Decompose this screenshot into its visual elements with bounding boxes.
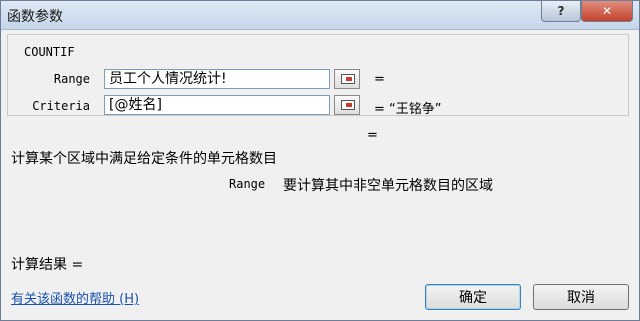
function-arguments-group: COUNTIF Range 员工个人情况统计! = Criteria [@姓名]… xyxy=(7,34,629,117)
function-result: = xyxy=(367,128,378,143)
collapse-dialog-icon xyxy=(341,100,355,110)
criteria-collapse-button[interactable] xyxy=(334,95,360,115)
argument-description-name: Range xyxy=(229,177,266,191)
range-label: Range xyxy=(53,72,90,86)
collapse-dialog-icon xyxy=(341,74,355,84)
function-name: COUNTIF xyxy=(24,45,75,59)
range-input[interactable]: 员工个人情况统计! xyxy=(104,69,330,89)
help-button[interactable]: ? xyxy=(541,1,581,22)
dialog-content: COUNTIF Range 员工个人情况统计! = Criteria [@姓名]… xyxy=(1,30,639,320)
function-description: 计算某个区域中满足给定条件的单元格数目 xyxy=(11,151,277,167)
ok-button[interactable]: 确定 xyxy=(425,284,521,310)
argument-description-text: 要计算其中非空单元格数目的区域 xyxy=(283,178,493,194)
help-icon: ? xyxy=(557,4,565,18)
calculation-result: 计算结果 = xyxy=(11,257,84,273)
dialog-title: 函数参数 xyxy=(7,9,63,25)
close-button[interactable]: ✕ xyxy=(581,1,633,22)
function-help-link[interactable]: 有关该函数的帮助 (H) xyxy=(11,288,139,307)
criteria-input[interactable]: [@姓名] xyxy=(104,95,330,115)
function-arguments-dialog: 函数参数 ? ✕ COUNTIF Range 员工个人情况统计! = Crite… xyxy=(0,0,640,321)
criteria-label: Criteria xyxy=(32,99,90,113)
range-collapse-button[interactable] xyxy=(334,69,360,89)
criteria-result: = “王铭争” xyxy=(374,102,442,117)
title-bar: 函数参数 ? ✕ xyxy=(1,1,639,30)
cancel-button[interactable]: 取消 xyxy=(533,284,629,310)
range-result: = xyxy=(374,72,385,87)
close-icon: ✕ xyxy=(601,4,613,18)
